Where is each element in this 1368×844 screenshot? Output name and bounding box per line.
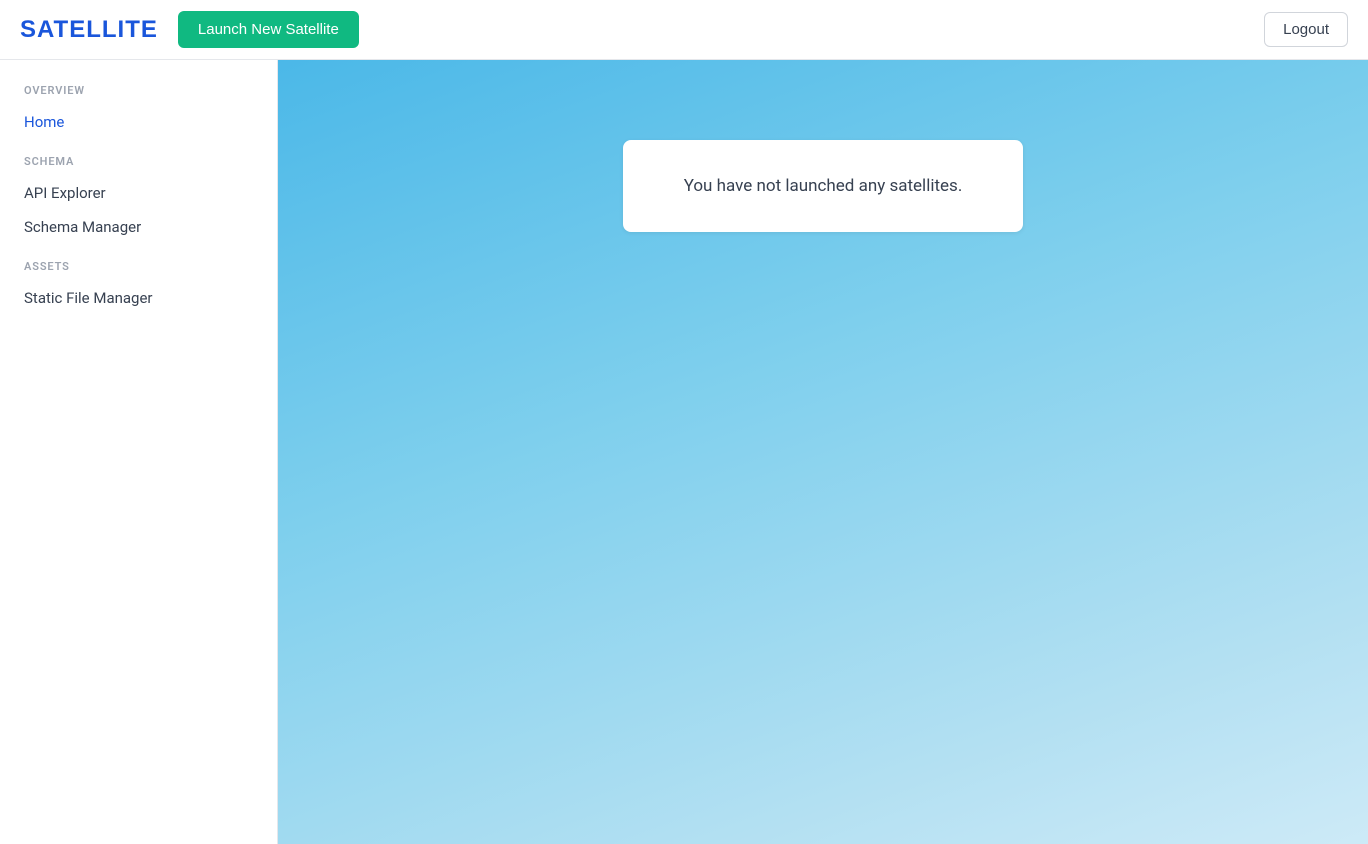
logo: SATELLITE	[20, 16, 158, 44]
header: SATELLITE Launch New Satellite Logout	[0, 0, 1368, 60]
sidebar-item-static-file-manager[interactable]: Static File Manager	[0, 281, 277, 315]
content-area: You have not launched any satellites.	[278, 60, 1368, 844]
launch-new-satellite-button[interactable]: Launch New Satellite	[178, 11, 359, 48]
sidebar-item-schema-manager[interactable]: Schema Manager	[0, 210, 277, 244]
sidebar: OVERVIEW Home SCHEMA API Explorer Schema…	[0, 60, 278, 844]
sidebar-item-home[interactable]: Home	[0, 105, 277, 139]
main-layout: OVERVIEW Home SCHEMA API Explorer Schema…	[0, 60, 1368, 844]
header-left: SATELLITE Launch New Satellite	[20, 11, 359, 48]
empty-message-card: You have not launched any satellites.	[623, 140, 1023, 232]
sidebar-item-api-explorer[interactable]: API Explorer	[0, 176, 277, 210]
sidebar-section-assets: ASSETS	[0, 260, 277, 273]
empty-message-text: You have not launched any satellites.	[684, 176, 963, 196]
logout-button[interactable]: Logout	[1264, 12, 1348, 47]
sidebar-section-schema: SCHEMA	[0, 155, 277, 168]
sidebar-section-overview: OVERVIEW	[0, 84, 277, 97]
